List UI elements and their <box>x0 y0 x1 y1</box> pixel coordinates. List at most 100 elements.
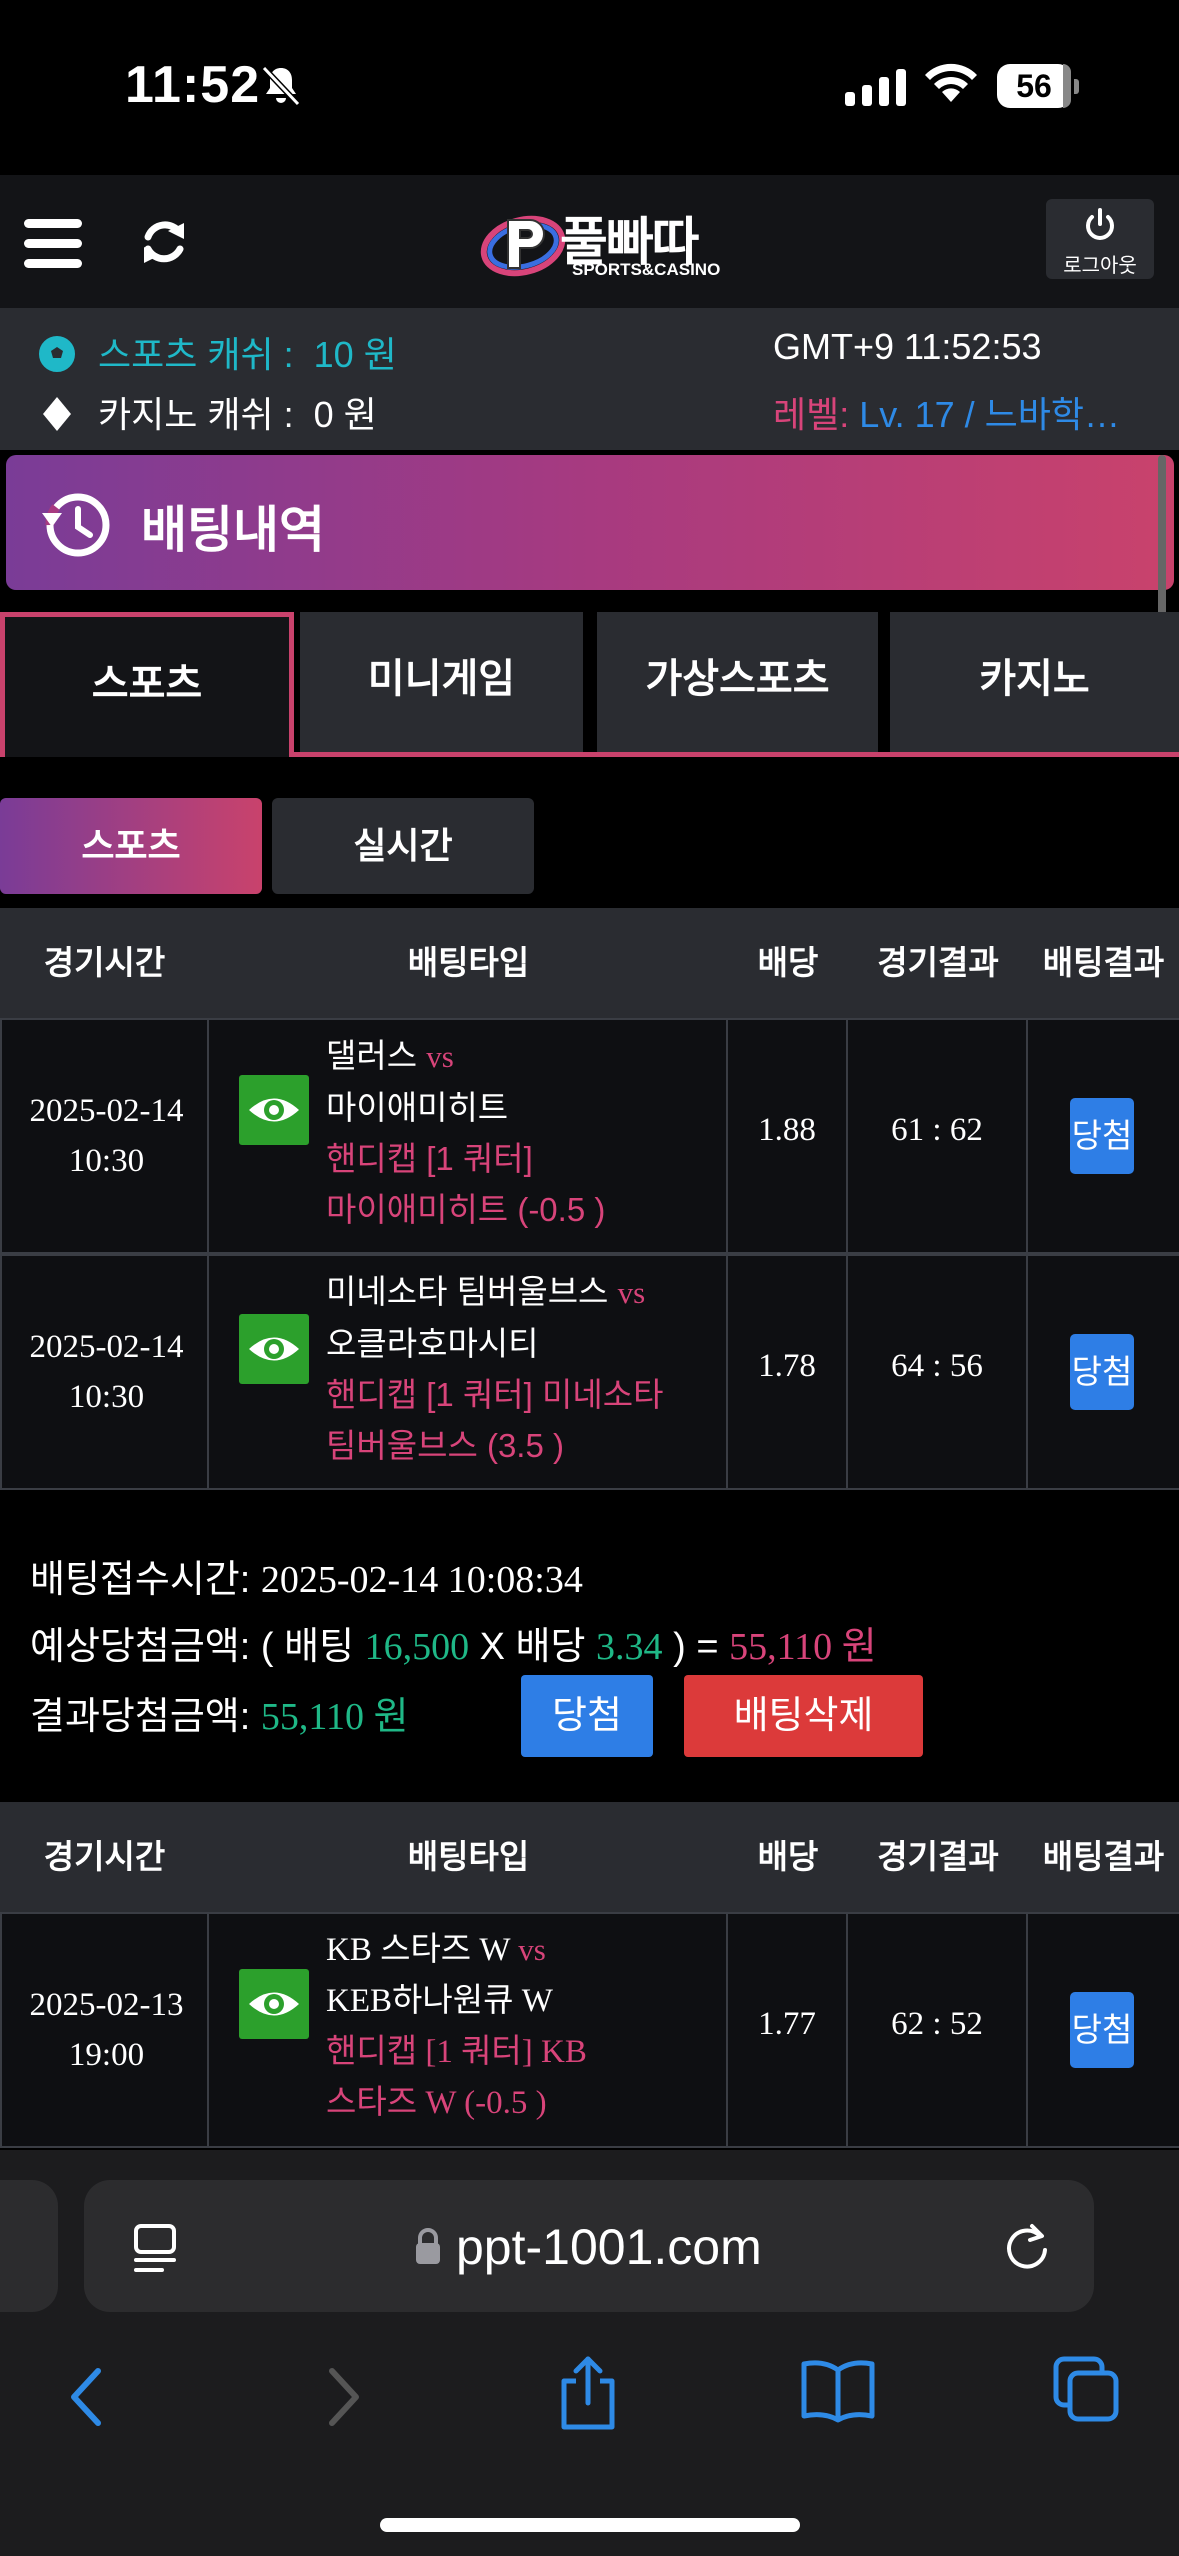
away-team: KEB하나원큐 W <box>326 1983 553 2019</box>
col-bet-result: 배팅결과 <box>1042 944 1165 981</box>
level-value: Lv. 17 / 느바학… <box>859 394 1121 435</box>
page-menu-icon[interactable] <box>132 2222 180 2274</box>
address-bar[interactable]: ppt-1001.com <box>84 2180 1094 2312</box>
battery-level: 56 <box>1016 68 1052 104</box>
expected-open: ( 배팅 <box>260 1626 355 1668</box>
result-amount: 55,110 원 <box>260 1696 409 1738</box>
category-tabs: 스포츠 미니게임 가상스포츠 카지노 <box>0 612 1179 757</box>
expected-label: 예상당첨금액: <box>30 1626 251 1668</box>
tab-minigame[interactable]: 미니게임 <box>300 612 583 752</box>
col-odds: 배당 <box>757 1838 819 1875</box>
odds-value: 1.77 <box>758 2006 816 2042</box>
match-score: 62 : 52 <box>891 2006 983 2042</box>
tabs-icon[interactable] <box>1052 2355 1122 2425</box>
bet-accept-time-row: 배팅접수시간: 2025-02-14 10:08:34 <box>30 1548 583 1603</box>
site-header: 풀빠따 SPORTS&CASINO 로그아웃 <box>0 175 1179 308</box>
odds-value: 1.88 <box>758 1112 816 1148</box>
away-team: 오클라호마시티 <box>326 1325 539 1362</box>
logo-emblem-icon <box>480 215 566 277</box>
refresh-icon[interactable] <box>138 215 190 271</box>
reload-icon[interactable] <box>1002 2220 1052 2272</box>
bell-muted-icon <box>261 65 301 107</box>
page-title: 배팅내역 <box>141 502 325 558</box>
view-detail-icon[interactable] <box>239 1969 309 2039</box>
table-row: 2025-02-14 10:30 미네소타 팀버울브스 vs 오클라호마시티 핸디… <box>0 1254 1179 1490</box>
match-date: 2025-02-13 <box>29 1987 184 2023</box>
col-match-time: 경기시간 <box>43 1838 166 1875</box>
history-clock-icon <box>42 493 110 557</box>
lock-icon <box>416 2228 440 2264</box>
col-match-result: 경기결과 <box>877 944 999 981</box>
vs-label: vs <box>426 1039 454 1074</box>
logout-label: 로그아웃 <box>1063 255 1137 277</box>
subtab-sports[interactable]: 스포츠 <box>0 798 262 894</box>
menu-icon[interactable] <box>24 219 82 269</box>
tab-virtual-sports[interactable]: 가상스포츠 <box>597 612 878 752</box>
total-odds: 3.34 <box>596 1626 663 1668</box>
win-status-button[interactable]: 당첨 <box>521 1675 653 1757</box>
tab-sports[interactable]: 스포츠 <box>0 612 294 757</box>
col-bet-type: 배팅타입 <box>407 1838 530 1875</box>
table-row: 2025-02-14 10:30 댈러스 vs 마이애미히트 핸디캡 [1 쿼터]… <box>0 1018 1179 1254</box>
match-date: 2025-02-14 <box>29 1093 184 1129</box>
battery-icon: 56 <box>997 64 1079 108</box>
handicap-line: 핸디캡 [1 쿼터] 미네소타 <box>326 1376 664 1413</box>
accept-time-value: 2025-02-14 10:08:34 <box>260 1559 583 1601</box>
match-time: 10:30 <box>68 1379 145 1415</box>
win-badge: 당첨 <box>1070 1334 1134 1410</box>
table-header: 경기시간 배팅타입 배당 경기결과 배팅결과 <box>0 1802 1179 1912</box>
wifi-icon <box>925 63 977 102</box>
power-icon <box>1086 208 1114 240</box>
tab-casino[interactable]: 카지노 <box>890 612 1179 752</box>
table-header: 경기시간 배팅타입 배당 경기결과 배팅결과 <box>0 908 1179 1018</box>
page-title-banner: 배팅내역 <box>6 455 1174 590</box>
match-time: 10:30 <box>68 1143 145 1179</box>
sports-cash-row: 스포츠 캐쉬 : 10 원 <box>38 326 397 378</box>
forward-icon[interactable] <box>318 2365 366 2429</box>
accept-time-label: 배팅접수시간: <box>30 1559 251 1601</box>
share-icon[interactable] <box>556 2355 620 2433</box>
soccer-ball-icon <box>39 336 75 372</box>
logout-button[interactable]: 로그아웃 <box>1046 199 1154 279</box>
site-logo[interactable]: 풀빠따 SPORTS&CASINO <box>478 200 738 290</box>
handicap-pick: 마이애미히트 (-0.5 ) <box>326 1191 606 1228</box>
subtab-live[interactable]: 실시간 <box>272 798 534 894</box>
delete-bet-button[interactable]: 배팅삭제 <box>684 1675 923 1757</box>
col-bet-type: 배팅타입 <box>407 944 530 981</box>
home-team: 미네소타 팀버울브스 <box>326 1273 609 1310</box>
col-bet-result: 배팅결과 <box>1042 1838 1165 1875</box>
col-odds: 배당 <box>757 944 819 981</box>
status-bar: 11:52 56 <box>0 0 1179 175</box>
casino-cash-value: 0 원 <box>313 394 377 435</box>
previous-tab-preview[interactable] <box>0 2180 58 2312</box>
col-match-result: 경기결과 <box>877 1838 999 1875</box>
level-prefix: 레벨: <box>773 394 860 435</box>
handicap-line: 핸디캡 [1 쿼터] <box>326 1140 533 1177</box>
match-score: 64 : 56 <box>891 1348 983 1384</box>
expected-winnings-row: 예상당첨금액: ( 배팅 16,500 X 배당 3.34 ) = 55,110… <box>30 1615 877 1670</box>
sports-cash-value: 10 원 <box>313 334 397 375</box>
home-team: KB 스타즈 W <box>326 1932 510 1968</box>
handicap-line: 핸디캡 [1 쿼터] KB <box>326 2034 587 2070</box>
bookmarks-icon[interactable] <box>800 2358 876 2424</box>
result-label: 결과당첨금액: <box>30 1696 251 1738</box>
view-detail-icon[interactable] <box>239 1314 309 1384</box>
expected-eq: ) = <box>673 1626 719 1668</box>
home-indicator[interactable] <box>380 2518 800 2532</box>
vs-label: vs <box>518 1932 546 1967</box>
away-team: 마이애미히트 <box>326 1089 509 1126</box>
table-row: 2025-02-13 19:00 KB 스타즈 W vs KEB하나원큐 W 핸디… <box>0 1912 1179 2148</box>
expected-amount: 55,110 원 <box>729 1626 877 1668</box>
view-detail-icon[interactable] <box>239 1075 309 1145</box>
url-text: ppt-1001.com <box>456 2219 762 2275</box>
col-match-time: 경기시간 <box>43 944 166 981</box>
cellular-signal-icon <box>845 66 906 106</box>
back-icon[interactable] <box>64 2365 112 2429</box>
stake-amount: 16,500 <box>364 1626 470 1668</box>
win-badge: 당첨 <box>1070 1098 1134 1174</box>
account-info-bar: 스포츠 캐쉬 :10 원 카지노 캐쉬 :0 원 GMT+9 11:52:53 … <box>0 308 1179 450</box>
match-score: 61 : 62 <box>891 1112 983 1148</box>
server-clock: GMT+9 11:52:53 <box>773 326 1042 367</box>
match-date: 2025-02-14 <box>29 1329 184 1365</box>
handicap-pick: 스타즈 W (-0.5 ) <box>326 2085 547 2121</box>
